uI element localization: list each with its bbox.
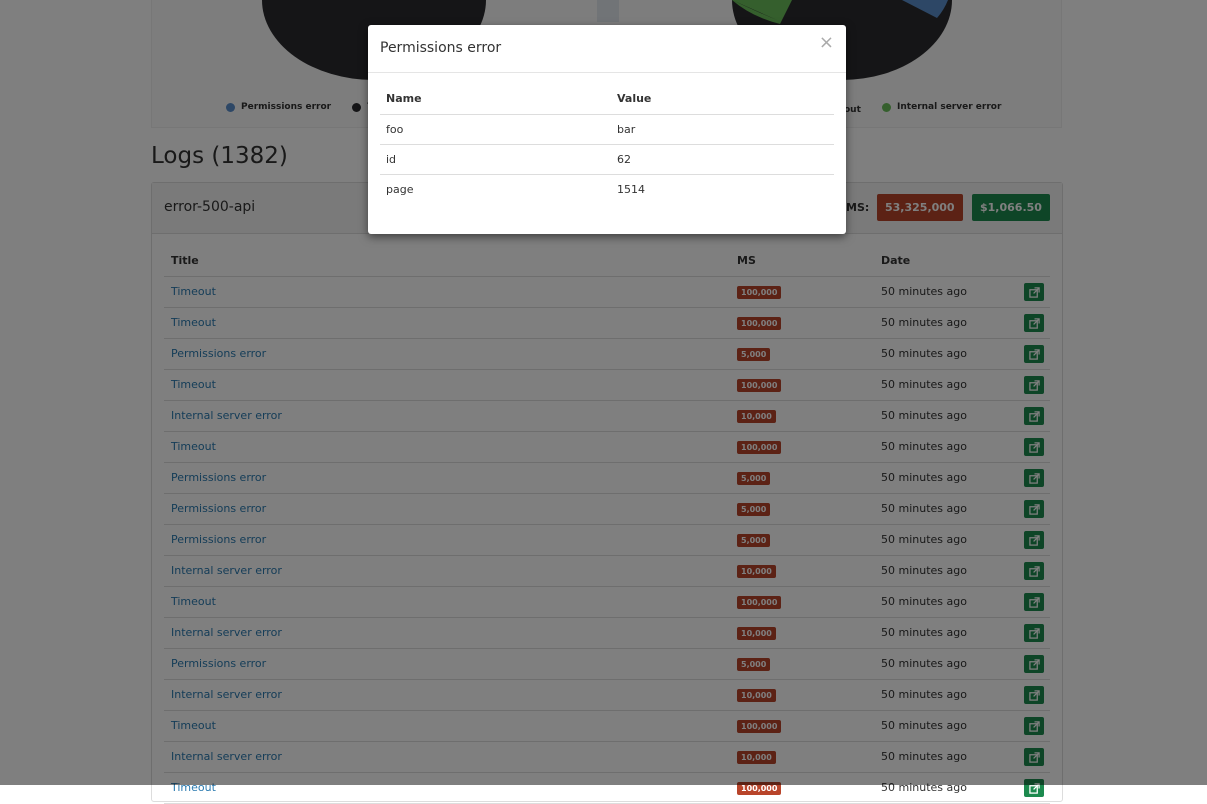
dashboard-page: Permissions error Ti out Internal server…	[0, 0, 1207, 804]
modal-row-value: 1514	[617, 183, 645, 196]
modal-row-name: page	[386, 183, 414, 196]
modal-title: Permissions error	[380, 40, 502, 56]
close-icon[interactable]: ×	[819, 33, 834, 53]
modal-row-value: bar	[617, 123, 636, 136]
modal-row: page 1514	[380, 175, 834, 205]
column-header-name: Name	[386, 92, 422, 105]
details-modal: Permissions error × Name Value foo bar i…	[368, 25, 846, 234]
modal-row-name: id	[386, 153, 397, 166]
column-header-value: Value	[617, 92, 652, 105]
modal-table-header: Name Value	[380, 85, 834, 115]
modal-row: id 62	[380, 145, 834, 175]
modal-details-table: Name Value foo bar id 62 page 1514	[380, 85, 834, 205]
modal-row: foo bar	[380, 115, 834, 145]
modal-row-value: 62	[617, 153, 631, 166]
modal-row-name: foo	[386, 123, 404, 136]
modal-header: Permissions error ×	[368, 25, 846, 73]
